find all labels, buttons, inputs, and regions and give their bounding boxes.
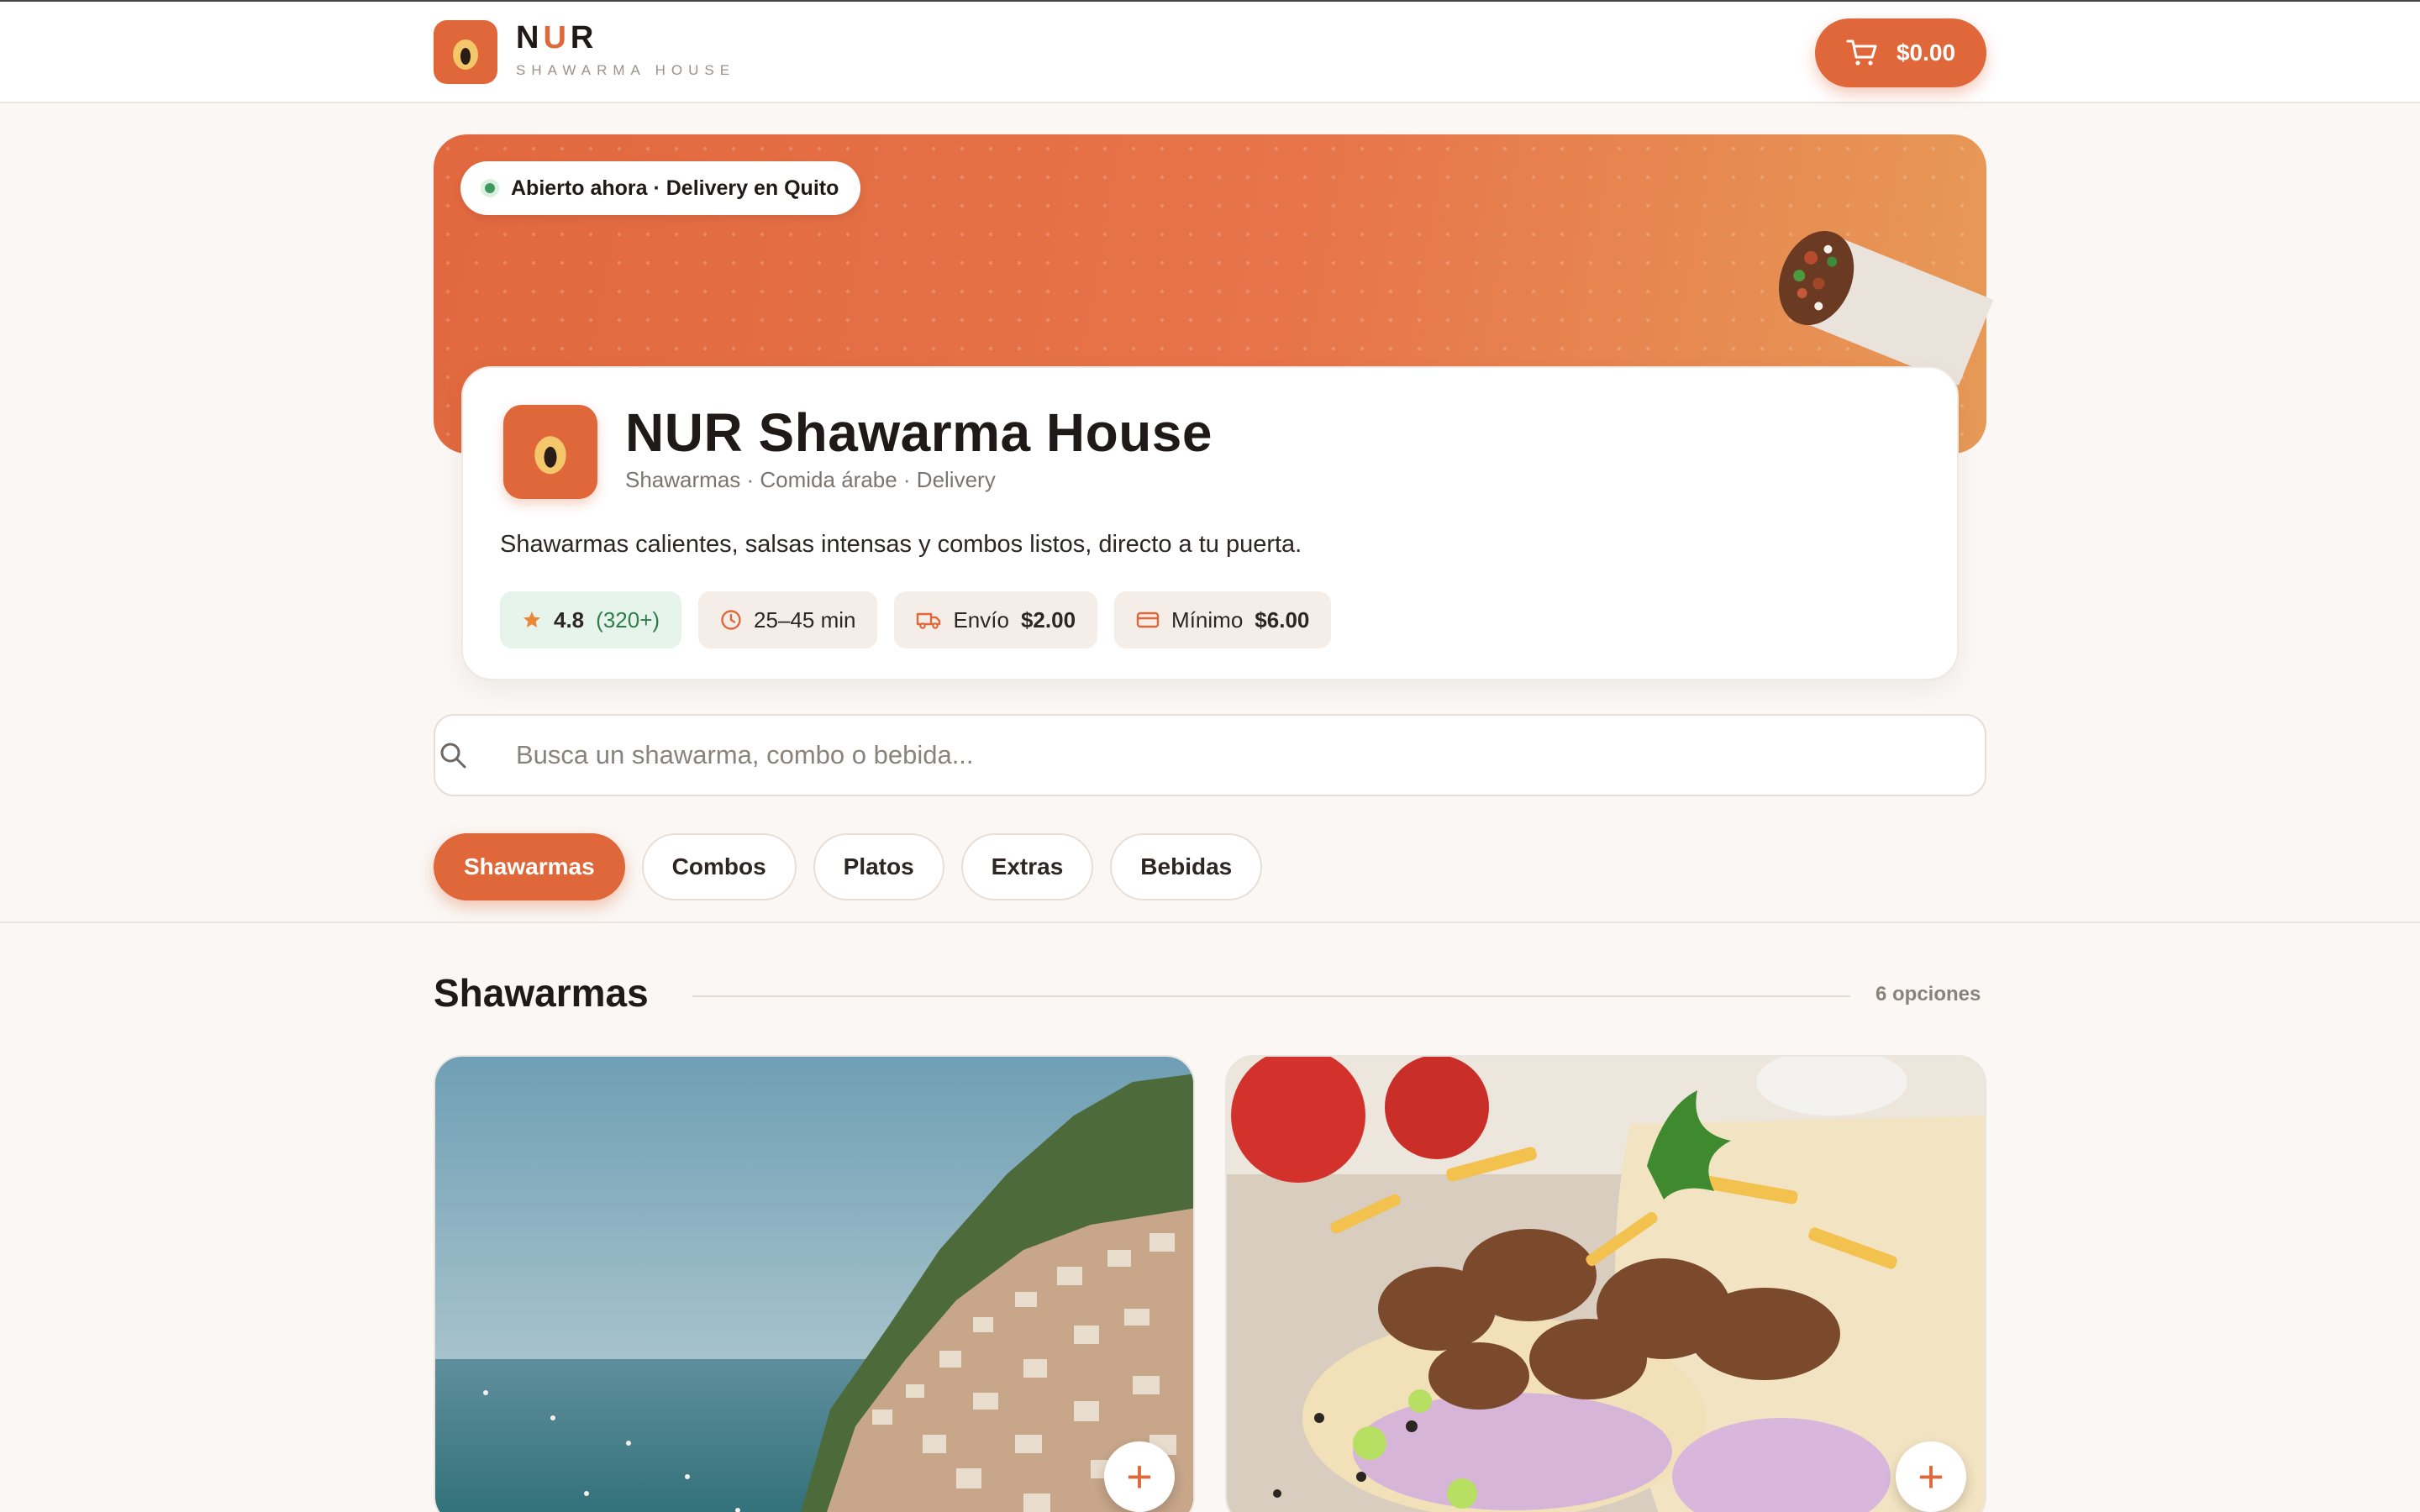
tab-combos[interactable]: Combos [641, 833, 797, 900]
restaurant-info-card: NUR Shawarma House Shawarmas · Comida ár… [461, 366, 1959, 680]
brand-logo[interactable] [434, 20, 497, 84]
tab-shawarmas[interactable]: Shawarmas [434, 833, 625, 900]
open-status-text: Abierto ahora · Delivery en Quito [511, 176, 839, 200]
shawarma-wrap-image [1779, 230, 1994, 386]
delivery-time-chip: 25–45 min [698, 591, 878, 648]
restaurant-logo [503, 405, 597, 499]
section-count: 6 opciones [1876, 983, 1981, 1005]
add-to-cart-button[interactable]: + [1104, 1441, 1175, 1512]
search-bar [434, 714, 1986, 796]
clock-icon [721, 610, 741, 630]
card-icon [1136, 612, 1160, 628]
product-card[interactable]: + [434, 1055, 1195, 1512]
tab-bebidas[interactable]: Bebidas [1110, 833, 1263, 900]
shipping-label: Envío [953, 606, 1009, 633]
star-icon [523, 612, 540, 627]
minimum-value: $6.00 [1255, 606, 1310, 633]
flame-icon [534, 436, 566, 475]
divider [0, 921, 2420, 923]
status-dot-icon [481, 179, 499, 197]
truck-icon [917, 612, 941, 629]
cart-total: $0.00 [1896, 39, 1956, 66]
flame-icon [453, 39, 478, 70]
delivery-time: 25–45 min [754, 606, 856, 633]
restaurant-categories: Shawarmas · Comida árabe · Delivery [625, 467, 996, 492]
search-icon [435, 716, 471, 795]
open-status-badge: Abierto ahora · Delivery en Quito [460, 161, 861, 215]
restaurant-name: NUR Shawarma House [625, 402, 1213, 463]
product-image [435, 1057, 1193, 1512]
tab-platos[interactable]: Platos [813, 833, 944, 900]
shipping-value: $2.00 [1020, 606, 1076, 633]
rating-chip: 4.8 (320+) [500, 591, 682, 648]
cart-button[interactable]: $0.00 [1815, 18, 1986, 87]
category-tabs: Shawarmas Combos Platos Extras Bebidas [434, 833, 1263, 900]
rating-count: (320+) [596, 606, 660, 633]
product-image [1227, 1057, 1985, 1512]
brand-subtitle: SHAWARMA HOUSE [516, 62, 736, 78]
section-divider [692, 995, 1850, 997]
restaurant-stats: 4.8 (320+) 25–45 min Envío $2.00 Mínimo … [500, 591, 1332, 648]
minimum-order-chip: Mínimo $6.00 [1114, 591, 1332, 648]
shipping-chip: Envío $2.00 [894, 591, 1098, 648]
tab-extras[interactable]: Extras [960, 833, 1094, 900]
search-input[interactable] [516, 731, 1944, 780]
add-to-cart-button[interactable]: + [1896, 1441, 1966, 1512]
restaurant-description: Shawarmas calientes, salsas intensas y c… [500, 531, 1302, 558]
product-card[interactable]: + [1225, 1055, 1986, 1512]
cart-icon [1846, 39, 1877, 66]
brand-name[interactable]: NUR [516, 20, 597, 56]
rating-value: 4.8 [554, 606, 585, 633]
top-bar: NUR SHAWARMA HOUSE $0.00 [0, 0, 2420, 103]
section-title: Shawarmas [434, 971, 649, 1015]
minimum-label: Mínimo [1171, 606, 1244, 633]
